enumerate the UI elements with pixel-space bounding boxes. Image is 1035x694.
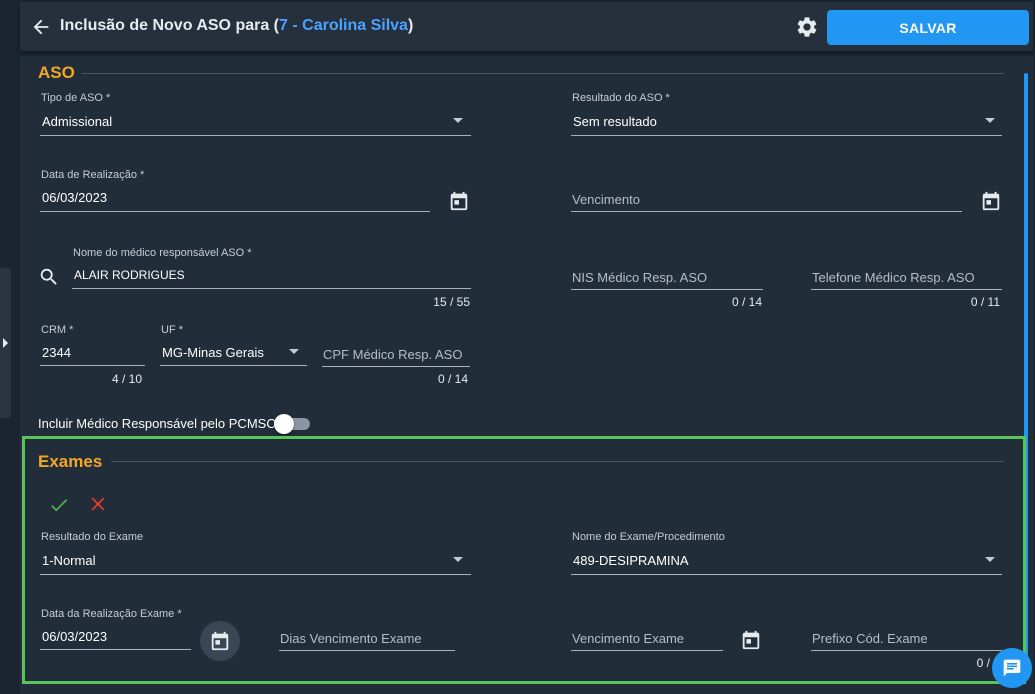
char-counter: 0 / [976,656,990,670]
arrow-left-icon[interactable] [30,16,52,38]
chat-button[interactable] [992,648,1032,688]
divider [82,73,1004,74]
field-label: UF * [161,324,183,336]
field-label: Data de Realização * [41,169,145,181]
page-header: Inclusão de Novo ASO para (7 - Carolina … [20,2,1033,51]
incluir-pcmso-label: Incluir Médico Responsável pelo PCMSO [38,416,277,431]
field-placeholder: Dias Vencimento Exame [280,631,422,646]
chevron-down-icon [985,118,995,123]
field-underline [40,135,471,136]
char-counter: 0 / 14 [437,372,468,386]
field-label: Tipo de ASO * [41,92,111,104]
section-title-exames: Exames [38,452,103,471]
field-placeholder: NIS Médico Resp. ASO [572,270,708,285]
field-value: 489-DESIPRAMINA [573,553,689,568]
field-value: Admissional [42,114,113,129]
field-value: ALAIR RODRIGUES [74,268,185,282]
chat-icon [1003,659,1021,677]
section-title-aso: ASO [38,63,75,82]
close-icon[interactable] [87,493,109,515]
field-label: CRM * [41,324,74,336]
divider [111,461,1004,462]
field-label: Resultado do Exame [41,531,144,543]
field-label: Resultado do ASO * [572,92,670,104]
calendar-icon[interactable] [740,629,762,651]
field-label: Data da Realização Exame * [41,608,182,620]
chevron-right-icon [3,338,8,348]
check-icon[interactable] [48,494,70,516]
field-underline [40,365,145,366]
field-placeholder: Vencimento [572,192,640,207]
field-underline [279,650,455,651]
field-placeholder: Prefixo Cód. Exame [812,631,928,646]
sidebar-toggle[interactable] [0,268,11,418]
chevron-down-icon [289,349,299,354]
field-underline [40,649,191,650]
calendar-icon[interactable] [448,190,470,212]
field-underline [571,135,1002,136]
char-counter: 0 / 11 [970,295,1000,309]
toggle-knob[interactable] [274,414,294,434]
field-label: Nome do Exame/Procedimento [572,531,725,543]
save-button[interactable]: SALVAR [827,10,1029,45]
chevron-down-icon [453,557,463,562]
field-value: 1-Normal [42,553,96,568]
search-icon[interactable] [38,266,60,288]
char-counter: 15 / 55 [433,295,470,309]
field-underline [40,574,471,575]
field-underline [322,366,470,367]
calendar-icon[interactable] [980,190,1002,212]
field-underline [811,650,1002,651]
field-value: MG-Minas Gerais [162,345,264,360]
field-value: 06/03/2023 [42,190,108,205]
char-counter: 4 / 10 [111,372,142,386]
field-label: Nome do médico responsável ASO * [73,247,252,259]
field-underline [72,288,471,289]
field-placeholder: Telefone Médico Resp. ASO [812,270,975,285]
gear-icon[interactable] [795,15,819,39]
employee-link[interactable]: 7 - Carolina Silva [279,17,408,34]
field-placeholder: CPF Médico Resp. ASO [323,347,463,362]
field-underline [571,289,763,290]
exames-section [22,436,1026,684]
field-value: Sem resultado [573,114,657,129]
field-value: 06/03/2023 [42,629,108,644]
field-underline [571,211,962,212]
field-underline [40,211,430,212]
page-title: Inclusão de Novo ASO para (7 - Carolina … [60,17,413,35]
field-underline [571,574,1002,575]
title-prefix: Inclusão de Novo ASO para ( [60,17,280,34]
field-underline [811,289,1002,290]
field-placeholder: Vencimento Exame [572,631,685,646]
chevron-down-icon [453,118,463,123]
field-underline [160,365,307,366]
calendar-icon [211,631,229,651]
field-value: 2344 [42,345,71,360]
field-underline [571,650,723,651]
title-suffix: ) [407,17,414,34]
char-counter: 0 / 14 [731,295,762,309]
chevron-down-icon [985,557,995,562]
